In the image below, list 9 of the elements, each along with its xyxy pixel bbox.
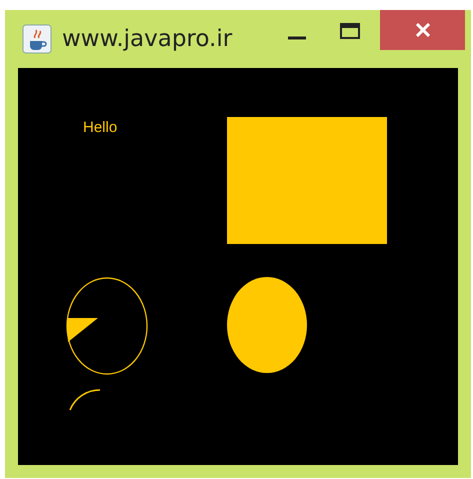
minimize-icon[interactable] [288, 36, 306, 40]
maximize-icon[interactable] [340, 23, 360, 39]
close-icon [416, 23, 430, 37]
close-button[interactable] [380, 10, 465, 50]
arc-line [69, 389, 100, 410]
filled-wedge [67, 318, 98, 342]
java-cup-icon [22, 24, 52, 54]
window-title: www.javapro.ir [62, 26, 232, 52]
hello-text: Hello [83, 119, 118, 136]
